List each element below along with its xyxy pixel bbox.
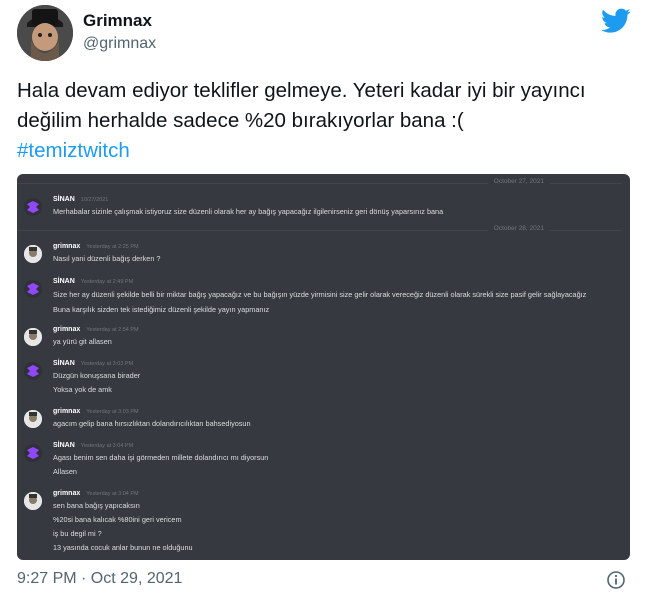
grimnax-avatar-icon [24, 328, 42, 346]
message-text: Nasıl yani düzenli bağış derken ? [53, 254, 161, 263]
date-divider: October 28, 2021 [17, 225, 622, 232]
date-divider: October 27, 2021 [17, 178, 622, 185]
message-text: Agası benim sen daha işi görmeden millet… [53, 453, 269, 462]
tweet-hashtag[interactable]: #temiztwitch [17, 136, 637, 166]
sinan-logo-icon [24, 444, 42, 462]
message-text: ya yürü git allasen [53, 337, 112, 346]
sinan-logo-icon [24, 280, 42, 298]
tweet-body: Hala devam ediyor teklifler gelmeye. Yet… [17, 76, 637, 166]
message-text: Allasen [53, 467, 77, 476]
discord-screenshot[interactable]: October 27, 2021 October 28, 2021 SİNAN 1… [17, 174, 630, 560]
message-author: SİNAN 10/27/2021 [53, 196, 109, 203]
message-text: Yoksa yok de amk [53, 385, 112, 394]
author-display-name[interactable]: Grimnax [83, 11, 152, 31]
grimnax-avatar-icon [24, 492, 42, 510]
message-author: grimnax Yesterday at 2:25 PM [53, 243, 139, 250]
tweet-text: Hala devam ediyor teklifler gelmeye. Yet… [17, 79, 586, 132]
tweet-timestamp[interactable]: 9:27 PM · Oct 29, 2021 [17, 570, 182, 588]
message-text: sen bana bağış yapıcaksın [53, 501, 140, 510]
message-text: %20si bana kalıcak %80ini geri vericem [53, 515, 182, 524]
message-author: grimnax Yesterday at 3:03 PM [53, 408, 139, 415]
message-author: grimnax Yesterday at 3:04 PM [53, 490, 139, 497]
message-author: SİNAN Yesterday at 3:03 PM [53, 360, 134, 367]
sinan-logo-icon [24, 362, 42, 380]
message-text: Size her ay düzenli şekilde belli bir mi… [53, 290, 587, 299]
author-avatar[interactable] [17, 5, 73, 61]
sinan-logo-icon [24, 198, 42, 216]
message-text: Buna karşılık sizden tek istediğimiz düz… [53, 305, 270, 314]
message-text: 13 yasında cocuk anlar bunun ne olduğunu [53, 543, 193, 552]
message-author: SİNAN Yesterday at 3:04 PM [53, 442, 134, 449]
message-text: iş bu degil mi ? [53, 529, 102, 538]
avatar-photo [17, 5, 73, 61]
grimnax-avatar-icon [24, 410, 42, 428]
message-text: Merhabalar sizinle çalışmak istiyoruz si… [53, 207, 444, 216]
message-text: agacım gelip bana hırsızlıktan dolandırı… [53, 419, 251, 428]
grimnax-avatar-icon [24, 245, 42, 263]
twitter-bird-icon[interactable] [601, 8, 631, 34]
author-handle[interactable]: @grimnax [83, 35, 156, 53]
message-text: Düzgün konuşsana birader [53, 371, 141, 380]
info-icon[interactable] [607, 571, 625, 589]
message-author: SİNAN Yesterday at 2:49 PM [53, 278, 134, 285]
message-author: grimnax Yesterday at 2:54 PM [53, 326, 139, 333]
